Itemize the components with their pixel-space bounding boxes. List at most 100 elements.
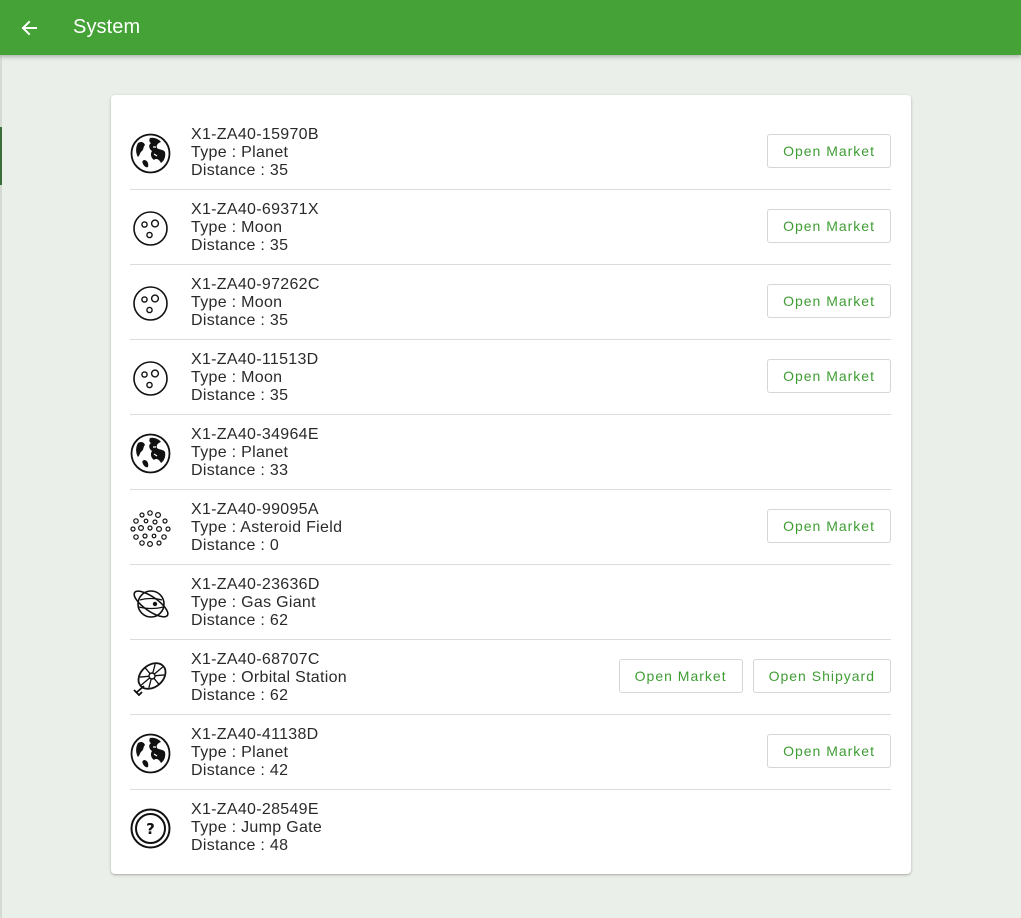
type-label: Type : xyxy=(191,144,242,161)
moon-icon xyxy=(130,208,171,249)
waypoint-symbol: X1-ZA40-68707C xyxy=(191,651,320,668)
waypoint-distance: Distance : 62 xyxy=(191,687,347,705)
waypoint-row: X1-ZA40-68707C Type : Orbital Station Dist… xyxy=(130,640,891,715)
waypoint-card: X1-ZA40-15970B Type : Planet Distance : 35… xyxy=(111,95,911,874)
waypoint-type: Type : Moon xyxy=(191,219,319,237)
type-value: Planet xyxy=(241,144,289,161)
distance-label: Distance : xyxy=(191,462,270,479)
window-edge xyxy=(0,55,2,918)
distance-value: 62 xyxy=(269,612,289,629)
waypoint-info: X1-ZA40-68707C Type : Orbital Station Dist… xyxy=(191,651,347,705)
open-market-button[interactable]: Open Market xyxy=(767,359,891,393)
waypoint-row: X1-ZA40-23636D Type : Gas Giant Distance :… xyxy=(130,565,891,640)
distance-value: 62 xyxy=(269,687,289,704)
waypoint-actions: Open Market xyxy=(767,284,891,318)
distance-label: Distance : xyxy=(191,162,270,179)
moon-icon xyxy=(130,283,171,324)
waypoint-symbol: X1-ZA40-97262C xyxy=(191,276,320,293)
waypoint-list: X1-ZA40-15970B Type : Planet Distance : 35… xyxy=(130,115,891,865)
type-value: Moon xyxy=(241,294,283,311)
gas-giant-icon xyxy=(130,583,171,624)
waypoint-type: Type : Planet xyxy=(191,444,319,462)
waypoint-symbol: X1-ZA40-99095A xyxy=(191,501,319,518)
waypoint-symbol: X1-ZA40-23636D xyxy=(191,576,320,593)
type-value: Orbital Station xyxy=(241,669,348,686)
waypoint-row: X1-ZA40-15970B Type : Planet Distance : 35… xyxy=(130,115,891,190)
asteroid-field-icon xyxy=(130,508,171,549)
waypoint-distance: Distance : 42 xyxy=(191,762,319,780)
waypoint-info: X1-ZA40-11513D Type : Moon Distance : 35 xyxy=(191,351,319,405)
planet-icon xyxy=(130,433,171,474)
waypoint-actions: Open Market xyxy=(767,359,891,393)
waypoint-distance: Distance : 35 xyxy=(191,237,319,255)
waypoint-distance: Distance : 35 xyxy=(191,387,319,405)
open-market-button[interactable]: Open Market xyxy=(767,734,891,768)
type-value: Jump Gate xyxy=(241,819,323,836)
waypoint-distance: Distance : 35 xyxy=(191,312,320,330)
waypoint-type: Type : Orbital Station xyxy=(191,669,347,687)
waypoint-symbol: X1-ZA40-41138D xyxy=(191,726,319,743)
waypoint-type: Type : Jump Gate xyxy=(191,819,322,837)
type-label: Type : xyxy=(191,369,242,386)
waypoint-type: Type : Moon xyxy=(191,294,320,312)
waypoint-info: X1-ZA40-34964E Type : Planet Distance : 33 xyxy=(191,426,319,480)
type-value: Planet xyxy=(241,444,289,461)
distance-label: Distance : xyxy=(191,837,270,854)
type-label: Type : xyxy=(191,219,242,236)
waypoint-symbol: X1-ZA40-69371X xyxy=(191,201,319,218)
waypoint-actions: Open Market xyxy=(767,209,891,243)
distance-label: Distance : xyxy=(191,687,270,704)
arrow-left-icon xyxy=(21,20,37,35)
waypoint-row: X1-ZA40-11513D Type : Moon Distance : 35 Op… xyxy=(130,340,891,415)
waypoint-row: X1-ZA40-69371X Type : Moon Distance : 35 Op… xyxy=(130,190,891,265)
waypoint-row: X1-ZA40-41138D Type : Planet Distance : 42… xyxy=(130,715,891,790)
distance-label: Distance : xyxy=(191,312,270,329)
distance-value: 35 xyxy=(269,162,289,179)
waypoint-info: X1-ZA40-41138D Type : Planet Distance : 42 xyxy=(191,726,319,780)
waypoint-distance: Distance : 33 xyxy=(191,462,319,480)
open-market-button[interactable]: Open Market xyxy=(618,659,743,693)
open-market-button[interactable]: Open Market xyxy=(767,509,891,543)
page-title: System xyxy=(73,16,141,38)
waypoint-actions: Open Market xyxy=(767,734,891,768)
waypoint-info: X1-ZA40-28549E Type : Jump Gate Distance :… xyxy=(191,801,322,855)
waypoint-type: Type : Gas Giant xyxy=(191,594,320,612)
type-label: Type : xyxy=(191,444,242,461)
waypoint-distance: Distance : 62 xyxy=(191,612,320,630)
waypoint-symbol: X1-ZA40-28549E xyxy=(191,801,319,818)
distance-value: 42 xyxy=(269,762,289,779)
distance-label: Distance : xyxy=(191,762,270,779)
waypoint-type: Type : Asteroid Field xyxy=(191,519,342,537)
distance-value: 48 xyxy=(269,837,289,854)
type-label: Type : xyxy=(191,519,241,536)
type-label: Type : xyxy=(191,594,242,611)
type-value: Asteroid Field xyxy=(240,519,343,536)
waypoint-row: X1-ZA40-99095A Type : Asteroid Field Dista… xyxy=(130,490,891,565)
waypoint-distance: Distance : 35 xyxy=(191,162,319,180)
waypoint-type: Type : Planet xyxy=(191,744,319,762)
moon-icon xyxy=(130,358,171,399)
distance-label: Distance : xyxy=(191,237,270,254)
app-bar: System xyxy=(0,0,1021,55)
waypoint-symbol: X1-ZA40-34964E xyxy=(191,426,319,443)
distance-value: 35 xyxy=(269,387,289,404)
waypoint-info: X1-ZA40-69371X Type : Moon Distance : 35 xyxy=(191,201,319,255)
type-label: Type : xyxy=(191,744,242,761)
orbital-station-icon xyxy=(130,658,171,699)
waypoint-info: X1-ZA40-15970B Type : Planet Distance : 35 xyxy=(191,126,319,180)
back-button[interactable] xyxy=(17,16,41,40)
type-value: Planet xyxy=(241,744,289,761)
waypoint-distance: Distance : 0 xyxy=(191,537,342,555)
open-market-button[interactable]: Open Market xyxy=(767,134,891,168)
distance-label: Distance : xyxy=(191,387,270,404)
distance-value: 35 xyxy=(269,237,289,254)
open-market-button[interactable]: Open Market xyxy=(767,209,891,243)
type-label: Type : xyxy=(191,669,242,686)
type-value: Gas Giant xyxy=(241,594,316,611)
open-shipyard-button[interactable]: Open Shipyard xyxy=(752,659,891,693)
type-value: Moon xyxy=(241,369,283,386)
svg-text:?: ? xyxy=(146,820,155,838)
open-market-button[interactable]: Open Market xyxy=(767,284,891,318)
waypoint-type: Type : Planet xyxy=(191,144,319,162)
waypoint-actions: Open Market xyxy=(767,134,891,168)
